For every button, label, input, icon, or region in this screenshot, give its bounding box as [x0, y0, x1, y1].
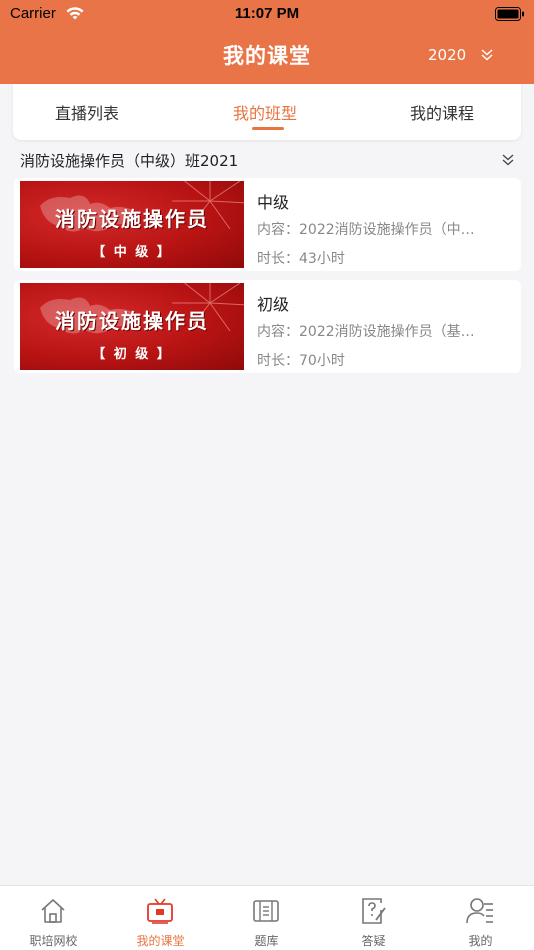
thumbnail-level: 【 初 级 】	[92, 347, 172, 362]
tabbar-label: 职培网校	[29, 934, 78, 948]
tabbar-item-school[interactable]: 职培网校	[0, 886, 107, 950]
tabbar-label: 我的课堂	[136, 934, 185, 948]
course-content: 内容：2022消防设施操作员（基…	[257, 324, 475, 340]
tv-icon	[147, 898, 173, 924]
tab-live-list[interactable]: 直播列表	[55, 100, 119, 124]
tab-my-courses[interactable]: 我的课程	[410, 100, 474, 124]
double-chevron-down-icon	[481, 49, 493, 61]
tabbar-item-classroom[interactable]: 我的课堂	[107, 886, 214, 950]
course-thumbnail: 消防设施操作员 【 初 级 】	[20, 283, 244, 370]
course-title: 中级	[257, 193, 290, 212]
year-selector[interactable]: 2020	[428, 44, 494, 66]
double-chevron-down-icon	[502, 154, 514, 166]
tab-my-classes[interactable]: 我的班型	[233, 100, 297, 124]
tabbar-label: 题库	[254, 934, 279, 948]
class-name: 消防设施操作员（中级）班2021	[20, 151, 239, 170]
course-thumbnail: 消防设施操作员 【 中 级 】	[20, 181, 244, 268]
thumbnail-level: 【 中 级 】	[92, 245, 172, 260]
bottom-tab-bar: 职培网校 我的课堂 题库 答疑 我的	[0, 885, 534, 950]
question-bank-icon	[253, 900, 279, 922]
status-time: 11:07 PM	[234, 5, 300, 22]
thumbnail-title: 消防设施操作员	[55, 207, 209, 231]
active-tab-indicator	[252, 127, 284, 130]
year-value: 2020	[428, 46, 467, 64]
course-card[interactable]: 消防设施操作员 【 初 级 】 初级 内容：2022消防设施操作员（基… 时长：…	[14, 280, 521, 373]
class-selector[interactable]: 消防设施操作员（中级）班2021	[20, 149, 515, 171]
thumbnail-title: 消防设施操作员	[55, 309, 209, 333]
tabbar-item-profile[interactable]: 我的	[427, 886, 534, 950]
course-duration: 时长：70小时	[257, 353, 345, 369]
course-card[interactable]: 消防设施操作员 【 中 级 】 中级 内容：2022消防设施操作员（中… 时长：…	[14, 178, 521, 271]
tabbar-item-qa[interactable]: 答疑	[320, 886, 427, 950]
course-duration: 时长：43小时	[257, 251, 345, 267]
course-title: 初级	[257, 295, 290, 314]
battery-icon	[495, 7, 524, 21]
course-content: 内容：2022消防设施操作员（中…	[257, 222, 475, 238]
segment-tabs: 直播列表 我的班型 我的课程	[13, 84, 521, 140]
qa-icon	[362, 898, 386, 924]
tabbar-label: 我的	[468, 934, 493, 948]
tabbar-item-question-bank[interactable]: 题库	[213, 886, 320, 950]
home-icon	[41, 899, 65, 923]
status-bar: Carrier 11:07 PM	[0, 0, 534, 28]
top-header: Carrier 11:07 PM 我的课堂 2020	[0, 0, 534, 84]
profile-icon	[466, 898, 493, 924]
tabbar-label: 答疑	[361, 934, 386, 948]
